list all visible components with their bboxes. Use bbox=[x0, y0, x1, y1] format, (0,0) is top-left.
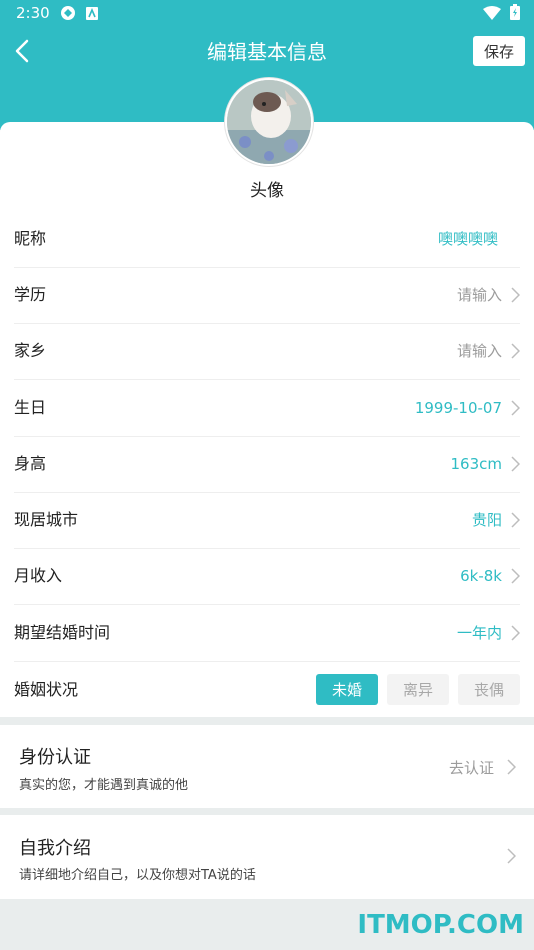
marital-option-divorced[interactable]: 离异 bbox=[387, 674, 449, 705]
sync-icon bbox=[60, 5, 76, 25]
chevron-right-icon bbox=[511, 512, 520, 528]
verify-action: 去认证 bbox=[448, 759, 494, 777]
field-label: 现居城市 bbox=[14, 510, 79, 529]
avatar[interactable] bbox=[225, 78, 313, 166]
status-bar: 2:30 bbox=[0, 0, 534, 28]
section-subtitle: 真实的您，才能遇到真诚的他 bbox=[19, 778, 189, 793]
status-time: 2:30 bbox=[16, 4, 50, 22]
field-marital-status: 婚姻状况 未婚 离异 丧偶 bbox=[14, 662, 520, 718]
watermark: ITMOP.COM bbox=[357, 910, 524, 940]
section-subtitle: 请详细地介绍自己，以及你想对TA说的话 bbox=[19, 868, 256, 883]
marital-option-widowed[interactable]: 丧偶 bbox=[458, 674, 520, 705]
wifi-icon bbox=[483, 6, 502, 20]
field-expected-marriage-time[interactable]: 期望结婚时间 一年内 bbox=[14, 605, 520, 662]
status-indicators bbox=[483, 4, 520, 24]
field-value: 163cm bbox=[450, 455, 503, 473]
chevron-right-icon bbox=[511, 625, 520, 641]
app-notification-icon bbox=[86, 6, 98, 24]
marital-option-unmarried[interactable]: 未婚 bbox=[316, 674, 378, 705]
self-intro-section[interactable]: 自我介绍 请详细地介绍自己，以及你想对TA说的话 bbox=[0, 815, 534, 899]
chevron-right-icon bbox=[511, 456, 520, 472]
avatar-label: 头像 bbox=[250, 181, 284, 201]
field-nickname[interactable]: 昵称 噢噢噢噢 bbox=[14, 211, 520, 268]
field-label: 昵称 bbox=[14, 229, 47, 248]
chevron-right-icon bbox=[507, 848, 516, 864]
field-current-city[interactable]: 现居城市 贵阳 bbox=[14, 492, 520, 549]
chevron-right-icon bbox=[507, 759, 516, 775]
page-title: 编辑基本信息 bbox=[207, 40, 327, 64]
save-button[interactable]: 保存 bbox=[473, 36, 525, 66]
field-label: 学历 bbox=[14, 285, 47, 304]
field-height[interactable]: 身高 163cm bbox=[14, 436, 520, 493]
field-value: 请输入 bbox=[456, 286, 502, 304]
field-value: 请输入 bbox=[456, 342, 502, 360]
section-title: 身份认证 bbox=[19, 747, 91, 768]
chevron-right-icon bbox=[511, 400, 520, 416]
field-value: 1999-10-07 bbox=[414, 399, 502, 417]
field-label: 月收入 bbox=[14, 566, 63, 585]
field-label: 生日 bbox=[14, 398, 47, 417]
field-value: 噢噢噢噢 bbox=[437, 230, 498, 248]
field-education[interactable]: 学历 请输入 bbox=[14, 267, 520, 324]
field-value: 贵阳 bbox=[471, 511, 502, 529]
battery-icon bbox=[510, 4, 520, 20]
field-monthly-income[interactable]: 月收入 6k-8k bbox=[14, 548, 520, 605]
section-title: 自我介绍 bbox=[19, 838, 91, 859]
verification-section[interactable]: 身份认证 真实的您，才能遇到真诚的他 去认证 bbox=[0, 725, 534, 808]
field-label: 家乡 bbox=[14, 341, 47, 360]
field-value: 6k-8k bbox=[460, 567, 502, 585]
field-hometown[interactable]: 家乡 请输入 bbox=[14, 323, 520, 380]
field-value: 一年内 bbox=[456, 624, 502, 642]
field-label: 期望结婚时间 bbox=[14, 623, 111, 642]
chevron-right-icon bbox=[511, 287, 520, 303]
field-label: 婚姻状况 bbox=[14, 680, 79, 699]
chevron-right-icon bbox=[511, 343, 520, 359]
field-label: 身高 bbox=[14, 454, 47, 473]
field-birthday[interactable]: 生日 1999-10-07 bbox=[14, 380, 520, 437]
chevron-right-icon bbox=[511, 568, 520, 584]
avatar-photo-icon bbox=[227, 80, 311, 164]
